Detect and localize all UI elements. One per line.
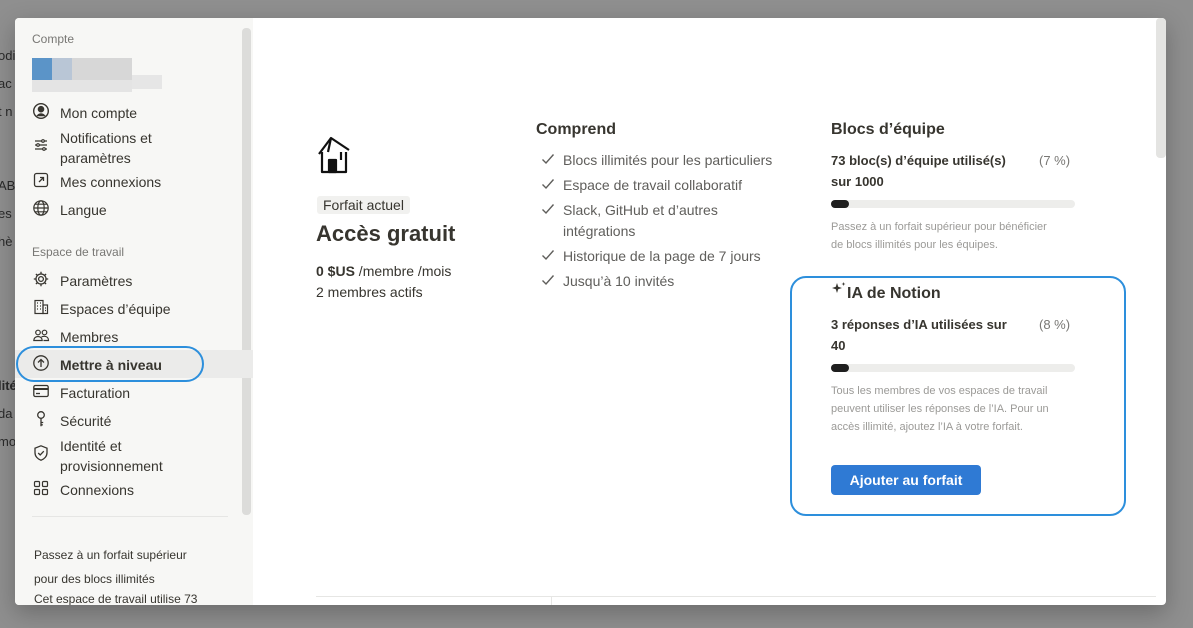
sidebar-item-label: Sécurité [60, 413, 112, 429]
feature-text: Jusqu’à 10 invités [563, 273, 675, 289]
includes-title: Comprend [536, 121, 616, 138]
sidebar-item-my-account[interactable]: Mon compte [15, 98, 253, 126]
team-blocks-title: Blocs d’équipe [831, 121, 945, 138]
check-icon [542, 179, 555, 190]
feature-item: Slack, GitHub et d’autres intégrations [541, 200, 781, 244]
key-icon [32, 410, 50, 428]
active-members: 2 membres actifs [316, 284, 423, 300]
settings-sidebar: Compte Mon compte Notifications et param… [15, 18, 253, 605]
background-text: hè [0, 234, 13, 249]
sidebar-item-security[interactable]: Sécurité [15, 406, 253, 434]
sidebar-item-connections[interactable]: Connexions [15, 475, 253, 503]
promo-text: Cet espace de travail utilise 73 [34, 592, 198, 605]
account-section-label: Compte [32, 32, 75, 46]
sidebar-item-label: Facturation [60, 385, 131, 401]
workspace-section-label: Espace de travail [32, 245, 125, 259]
check-icon [542, 250, 555, 261]
background-text: odi [0, 48, 16, 63]
sidebar-item-my-connections[interactable]: Mes connexions [15, 167, 253, 195]
sidebar-item-billing[interactable]: Facturation [15, 378, 253, 406]
sidebar-divider [32, 516, 228, 517]
sliders-icon [32, 136, 50, 154]
house-icon [316, 134, 354, 178]
ai-percent: (8 %) [1039, 317, 1071, 332]
sparkle-icon [832, 282, 846, 293]
price-unit: /membre /mois [354, 263, 452, 279]
feature-text: Historique de la page de 7 jours [563, 248, 761, 264]
sidebar-item-label: Mes connexions [60, 174, 162, 190]
account-avatar-blurred [32, 58, 162, 92]
column-divider [551, 596, 552, 605]
settings-modal: Compte Mon compte Notifications et param… [15, 18, 1166, 605]
sidebar-item-language[interactable]: Langue [15, 195, 253, 223]
price-amount: 0 $US [316, 263, 355, 279]
background-text: da [0, 406, 13, 421]
sidebar-item-label: Notifications et paramètres [60, 130, 152, 166]
gear-icon [32, 270, 50, 288]
section-divider [316, 596, 1156, 597]
add-to-plan-button[interactable]: Ajouter au forfait [831, 465, 981, 495]
people-icon [32, 326, 50, 344]
feature-text: Blocs illimités pour les particuliers [563, 152, 773, 168]
team-blocks-progress-fill [831, 200, 849, 208]
external-link-icon [32, 171, 50, 189]
background-text: t n [0, 104, 13, 119]
feature-item: Historique de la page de 7 jours [541, 246, 781, 268]
shield-check-icon [32, 444, 50, 462]
team-blocks-percent: (7 %) [1039, 153, 1071, 168]
check-icon [542, 275, 555, 286]
team-blocks-note: Passez à un forfait supérieur pour bénéf… [831, 221, 1047, 251]
sidebar-item-identity[interactable]: Identité et provisionnement [15, 431, 253, 475]
current-plan-badge: Forfait actuel [317, 196, 410, 214]
plan-price: 0 $US /membre /mois [316, 263, 451, 279]
team-blocks-usage: sur 1000 [831, 174, 884, 189]
promo-title: Passez à un forfait supérieur [34, 548, 187, 562]
ai-progress-fill [831, 364, 850, 372]
check-icon [542, 204, 555, 215]
sidebar-item-label: Langue [60, 202, 107, 218]
feature-text: Espace de travail collaboratif [563, 177, 742, 193]
user-circle-icon [32, 102, 50, 120]
main-scrollbar[interactable] [1156, 18, 1166, 158]
ai-progress-bar [831, 364, 1075, 372]
ai-usage: 40 [831, 338, 846, 353]
sidebar-item-label: Mon compte [60, 105, 138, 121]
globe-icon [32, 199, 50, 217]
ai-note: Tous les membres de vos espaces de trava… [831, 385, 1049, 433]
ai-title: IA de Notion [847, 285, 941, 302]
promo-title: pour des blocs illimités [34, 572, 155, 586]
grid-icon [32, 479, 50, 497]
sidebar-item-label: Membres [60, 329, 119, 345]
sidebar-item-notifications[interactable]: Notifications et paramètres [15, 123, 253, 167]
credit-card-icon [32, 382, 50, 400]
feature-text: Slack, GitHub et d’autres intégrations [563, 202, 718, 239]
building-icon [32, 298, 50, 316]
sidebar-item-label: Connexions [60, 482, 134, 498]
feature-item: Blocs illimités pour les particuliers [541, 150, 781, 172]
upgrade-highlight-ring [16, 346, 204, 382]
upgrade-panel: Forfait actuel Accès gratuit 0 $US /memb… [253, 18, 1166, 605]
check-icon [542, 154, 555, 165]
sidebar-item-settings[interactable]: Paramètres [15, 266, 253, 294]
feature-item: Espace de travail collaboratif [541, 175, 781, 197]
sidebar-item-teamspaces[interactable]: Espaces d’équipe [15, 294, 253, 322]
background-text: AB [0, 178, 16, 193]
team-blocks-progress-bar [831, 200, 1075, 208]
background-text: mo [0, 434, 17, 449]
feature-item: Jusqu’à 10 invités [541, 271, 781, 293]
sidebar-item-label: Espaces d’équipe [60, 301, 171, 317]
sidebar-item-label: Identité et provisionnement [60, 438, 163, 474]
sidebar-item-label: Paramètres [60, 273, 133, 289]
plan-name: Accès gratuit [316, 221, 456, 246]
background-text: ac [0, 76, 12, 91]
